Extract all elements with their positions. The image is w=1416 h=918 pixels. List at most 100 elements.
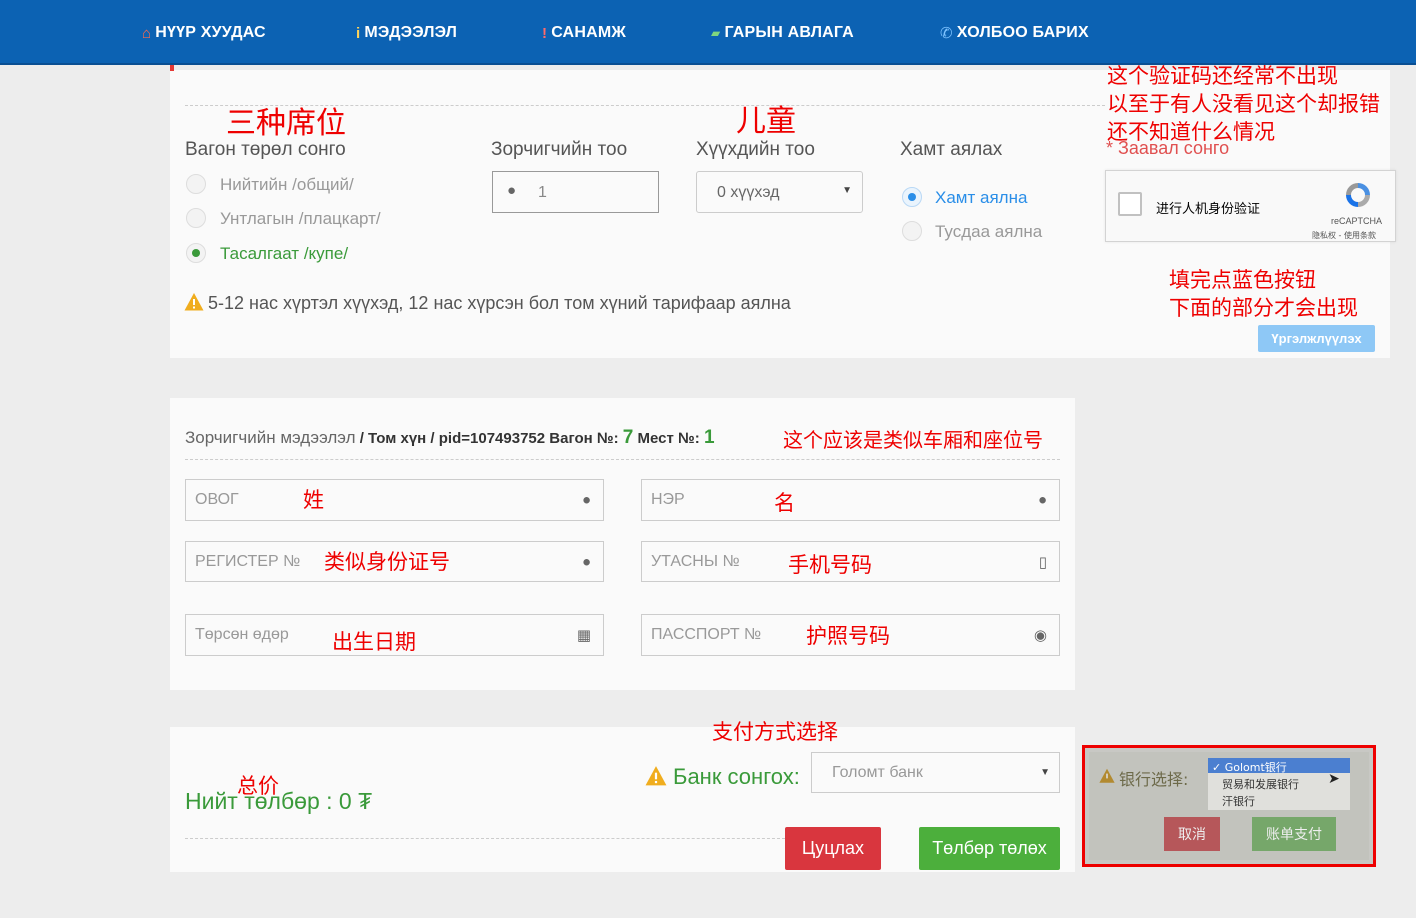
name-placeholder: НЭР bbox=[651, 491, 685, 508]
annotation-children: 儿童 bbox=[736, 104, 796, 139]
wagon-type-label: Вагон төрөл сонго bbox=[185, 139, 346, 160]
nav-home-label: НҮҮР ХУУДАС bbox=[155, 24, 266, 41]
child-fare-warning: 5-12 нас хүртэл хүүхэд, 12 нас хүрсэн бо… bbox=[208, 293, 791, 313]
wagon-general-label[interactable]: Нийтийн /общий/ bbox=[220, 175, 354, 195]
user-icon: ● bbox=[507, 182, 517, 199]
bank-select-value: Голомт банк bbox=[832, 763, 923, 781]
inset-option: ✓ Golomt银行 bbox=[1212, 761, 1287, 774]
passenger-count-value: 1 bbox=[538, 184, 547, 201]
child-count-label: Хүүхдийн тоо bbox=[696, 139, 815, 160]
annotation-surname: 姓 bbox=[303, 488, 324, 512]
wagon-compartment-radio[interactable] bbox=[186, 243, 206, 263]
annotation-line: 以至于有人没看见这个却报错 bbox=[1107, 92, 1380, 116]
recaptcha-brand: reCAPTCHA bbox=[1331, 216, 1383, 226]
together-label: Хамт аялах bbox=[900, 139, 1003, 160]
info-icon: i bbox=[356, 24, 361, 42]
surname-placeholder: ОВОГ bbox=[195, 491, 239, 508]
cancel-button[interactable]: Цуцлах bbox=[785, 827, 881, 870]
nav-contact[interactable]: ✆ ХОЛБОО БАРИХ bbox=[940, 24, 1089, 42]
recaptcha-widget: 进行人机身份验证 reCAPTCHA 隐私权 - 使用条款 bbox=[1105, 170, 1396, 242]
seat-no-label: Мест №: bbox=[637, 430, 700, 447]
inset-cancel: 取消 bbox=[1164, 817, 1220, 851]
recaptcha-label: 进行人机身份验证 bbox=[1156, 202, 1261, 217]
chevron-down-icon: ▼ bbox=[842, 185, 852, 196]
globe-icon: ◉ bbox=[1033, 627, 1047, 644]
annotation-name: 名 bbox=[774, 491, 795, 515]
passport-placeholder: ПАССПОРТ № bbox=[651, 626, 762, 643]
seat-no-value: 1 bbox=[703, 427, 715, 448]
together-yes-radio[interactable] bbox=[902, 187, 922, 207]
wagon-sleeper-label[interactable]: Унтлагын /плацкарт/ bbox=[220, 209, 381, 229]
user-icon: ● bbox=[1037, 491, 1047, 509]
inset-option: 贸易和发展银行 bbox=[1222, 778, 1299, 791]
annotation-line: 下面的部分才会出现 bbox=[1169, 296, 1358, 320]
nav-info-label: МЭДЭЭЛЭЛ bbox=[364, 24, 458, 41]
wagon-sleeper-radio[interactable] bbox=[186, 208, 206, 228]
annotation-line: 填完点蓝色按钮 bbox=[1169, 268, 1316, 292]
name-field[interactable]: НЭР ● bbox=[641, 479, 1060, 521]
cursor-icon: ➤ bbox=[1328, 770, 1340, 786]
child-count-select[interactable]: 0 хүүхэд ▼ bbox=[696, 171, 863, 213]
passenger-count-label: Зорчигчийн тоо bbox=[491, 139, 628, 160]
exclamation-icon: ! bbox=[542, 24, 548, 42]
nav-info[interactable]: i МЭДЭЭЛЭЛ bbox=[356, 24, 457, 42]
passenger-title: Зорчигчийн мэдээлэл bbox=[185, 428, 356, 447]
inset-pay: 账单支付 bbox=[1252, 817, 1336, 851]
birthdate-placeholder: Төрсөн өдөр bbox=[195, 626, 289, 643]
warning-icon bbox=[184, 292, 204, 312]
recaptcha-checkbox[interactable] bbox=[1118, 192, 1142, 216]
annotation-passport: 护照号码 bbox=[806, 624, 890, 648]
warning-icon bbox=[645, 765, 667, 787]
annotation-phone: 手机号码 bbox=[788, 553, 872, 577]
passenger-type: Том хүн bbox=[368, 430, 427, 447]
wagon-no-value: 7 bbox=[622, 427, 634, 448]
annotation-seat-number: 这个应该是类似车厢和座位号 bbox=[783, 428, 1043, 452]
together-yes-label[interactable]: Хамт аялна bbox=[935, 188, 1027, 208]
annotation-three-seats: 三种席位 bbox=[226, 106, 346, 141]
inset-bank-label: 银行选择: bbox=[1119, 770, 1189, 789]
annotation-line: 还不知道什么情况 bbox=[1107, 120, 1275, 144]
passenger-sep1: / bbox=[355, 430, 369, 447]
warning-icon bbox=[1099, 768, 1115, 784]
nav-notice[interactable]: ! САНАМЖ bbox=[542, 24, 626, 42]
inset-screenshot: 银行选择: ✓ Golomt银行 贸易和发展银行 汗银行 ➤ 取消 账单支付 bbox=[1082, 745, 1376, 867]
nav-guide[interactable]: ▰ ГАРЫН АВЛАГА bbox=[711, 24, 854, 42]
phone-icon: ✆ bbox=[940, 25, 953, 42]
wagon-no-label: Вагон №: bbox=[549, 430, 619, 447]
nav-home[interactable]: ⌂ НҮҮР ХУУДАС bbox=[142, 24, 266, 42]
together-no-radio[interactable] bbox=[902, 221, 922, 241]
annotation-birthdate: 出生日期 bbox=[332, 630, 416, 654]
continue-button[interactable]: Үргэлжлүүлэх bbox=[1258, 325, 1375, 352]
accent-mark bbox=[170, 65, 174, 71]
annotation-total: 总价 bbox=[237, 774, 279, 798]
home-icon: ⌂ bbox=[142, 24, 152, 42]
mobile-phone-icon: ▯ bbox=[1038, 553, 1047, 571]
nav-notice-label: САНАМЖ bbox=[551, 24, 627, 41]
wagon-compartment-label[interactable]: Тасалгаат /купе/ bbox=[220, 244, 348, 264]
pay-button[interactable]: Төлбөр төлөх bbox=[919, 827, 1060, 870]
annotation-id-number: 类似身份证号 bbox=[324, 550, 450, 574]
user-icon: ● bbox=[581, 491, 591, 509]
wagon-general-radio[interactable] bbox=[186, 174, 206, 194]
annotation-captcha: 这个验证码还经常不出现 以至于有人没看见这个却报错 还不知道什么情况 bbox=[1107, 62, 1380, 146]
passenger-count-input[interactable]: ● 1 bbox=[492, 171, 659, 213]
nav-contact-label: ХОЛБОО БАРИХ bbox=[956, 24, 1089, 41]
top-navigation-bar: ⌂ НҮҮР ХУУДАС i МЭДЭЭЛЭЛ ! САНАМЖ ▰ ГАРЫ… bbox=[0, 0, 1416, 65]
passenger-header: Зорчигчийн мэдээлэл / Том хүн / pid=1074… bbox=[185, 427, 715, 449]
user-icon: ● bbox=[581, 553, 591, 570]
passenger-sep2: / bbox=[426, 430, 439, 447]
divider bbox=[185, 838, 785, 839]
calendar-icon: ▦ bbox=[576, 627, 591, 644]
surname-field[interactable]: ОВОГ ● bbox=[185, 479, 604, 521]
divider bbox=[185, 459, 1060, 460]
together-no-label[interactable]: Тусдаа аялна bbox=[935, 222, 1042, 242]
recaptcha-logo-icon bbox=[1343, 180, 1373, 210]
annotation-blue-button: 填完点蓝色按钮 下面的部分才会出现 bbox=[1169, 266, 1358, 322]
bank-select-label: Банк сонгох: bbox=[673, 764, 800, 789]
phone-placeholder: УТАСНЫ № bbox=[651, 552, 740, 570]
annotation-payment-method: 支付方式选择 bbox=[712, 720, 838, 744]
annotation-line: 这个验证码还经常不出现 bbox=[1107, 64, 1338, 88]
recaptcha-links[interactable]: 隐私权 - 使用条款 bbox=[1312, 230, 1376, 241]
bank-select[interactable]: Голомт банк ▼ bbox=[811, 752, 1060, 793]
register-placeholder: РЕГИСТЕР № bbox=[195, 552, 301, 570]
